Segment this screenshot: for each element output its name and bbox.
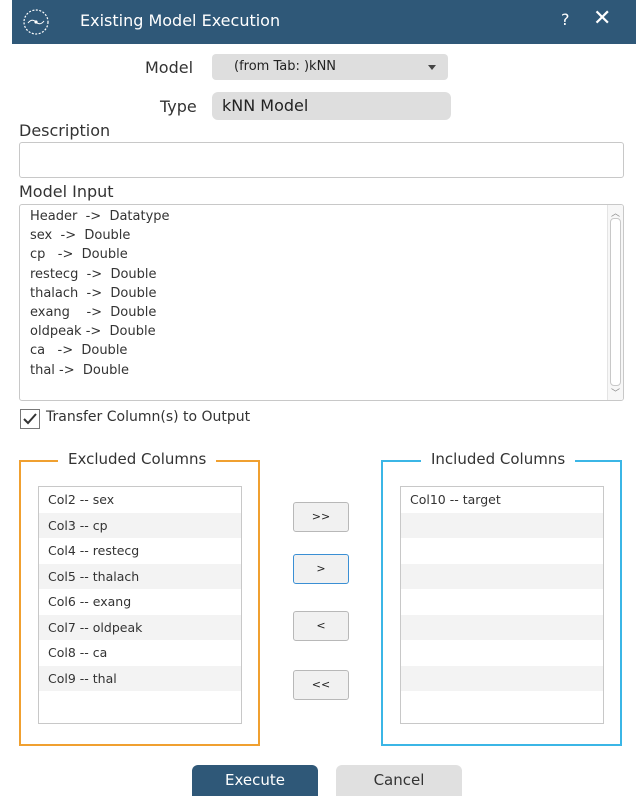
- included-columns-title: Included Columns: [421, 450, 576, 468]
- excluded-columns-group: Excluded Columns Col2 -- sex Col3 -- cp …: [19, 450, 260, 746]
- transfer-columns-label: Transfer Column(s) to Output: [46, 409, 251, 425]
- model-input-line: oldpeak -> Double: [30, 324, 156, 340]
- model-input-scrollbar[interactable]: ︿ ﹀: [607, 205, 623, 400]
- list-item[interactable]: Col7 -- oldpeak: [39, 614, 241, 640]
- model-input-textarea[interactable]: Header -> Datatype sex -> Double cp -> D…: [19, 204, 624, 401]
- remove-button[interactable]: <: [293, 611, 349, 641]
- list-item-empty: [401, 640, 603, 666]
- scrollbar-thumb[interactable]: [610, 218, 621, 386]
- model-label: Model: [145, 58, 194, 77]
- included-columns-group: Included Columns Col10 -- target: [381, 450, 622, 746]
- model-input-line: ca -> Double: [30, 343, 128, 359]
- model-input-line: restecg -> Double: [30, 266, 157, 282]
- list-item[interactable]: Col3 -- cp: [39, 512, 241, 538]
- list-item-empty: [401, 614, 603, 640]
- model-input-line: exang -> Double: [30, 304, 157, 320]
- list-item[interactable]: Col6 -- exang: [39, 589, 241, 615]
- list-item-empty: [401, 512, 603, 538]
- add-button[interactable]: >: [293, 554, 349, 584]
- scroll-down-icon[interactable]: ﹀: [611, 386, 620, 399]
- model-input-line: sex -> Double: [30, 228, 131, 244]
- execute-button[interactable]: Execute: [192, 765, 318, 796]
- type-field: kNN Model: [212, 92, 451, 120]
- list-item-empty: [401, 589, 603, 615]
- list-item-empty: [39, 691, 241, 717]
- model-input-label: Model Input: [19, 182, 114, 201]
- list-item-empty: [401, 563, 603, 589]
- excluded-columns-title: Excluded Columns: [58, 450, 217, 468]
- add-all-button[interactable]: >>: [293, 502, 349, 532]
- excluded-columns-list[interactable]: Col2 -- sex Col3 -- cp Col4 -- restecg C…: [38, 486, 242, 724]
- window-title: Existing Model Execution: [80, 11, 281, 30]
- type-label: Type: [160, 97, 197, 116]
- list-item[interactable]: Col2 -- sex: [39, 487, 241, 513]
- transfer-columns-checkbox[interactable]: [20, 409, 40, 429]
- type-value: kNN Model: [222, 96, 309, 115]
- model-input-line: thal -> Double: [30, 362, 129, 378]
- model-input-line: cp -> Double: [30, 247, 128, 263]
- model-dropdown-value: (from Tab: )kNN: [234, 59, 337, 74]
- help-button[interactable]: ?: [561, 10, 570, 29]
- title-bar: Existing Model Execution ? ✕: [12, 0, 636, 44]
- cancel-button[interactable]: Cancel: [336, 765, 462, 796]
- app-logo-icon: [23, 9, 49, 35]
- description-input[interactable]: [19, 142, 624, 178]
- list-item-empty: [401, 691, 603, 717]
- included-columns-list[interactable]: Col10 -- target: [400, 486, 604, 724]
- model-dropdown[interactable]: (from Tab: )kNN: [212, 54, 448, 80]
- list-item[interactable]: Col10 -- target: [401, 487, 603, 513]
- model-input-line: Header -> Datatype: [30, 209, 170, 224]
- list-item[interactable]: Col9 -- thal: [39, 665, 241, 691]
- chevron-down-icon: [428, 65, 436, 70]
- checkmark-icon: [23, 413, 37, 425]
- model-input-line: thalach -> Double: [30, 285, 157, 301]
- description-label: Description: [19, 121, 111, 140]
- remove-all-button[interactable]: <<: [293, 670, 349, 700]
- close-button[interactable]: ✕: [593, 6, 611, 31]
- list-item[interactable]: Col4 -- restecg: [39, 538, 241, 564]
- list-item-empty: [401, 538, 603, 564]
- list-item-empty: [401, 665, 603, 691]
- list-item[interactable]: Col5 -- thalach: [39, 563, 241, 589]
- list-item[interactable]: Col8 -- ca: [39, 640, 241, 666]
